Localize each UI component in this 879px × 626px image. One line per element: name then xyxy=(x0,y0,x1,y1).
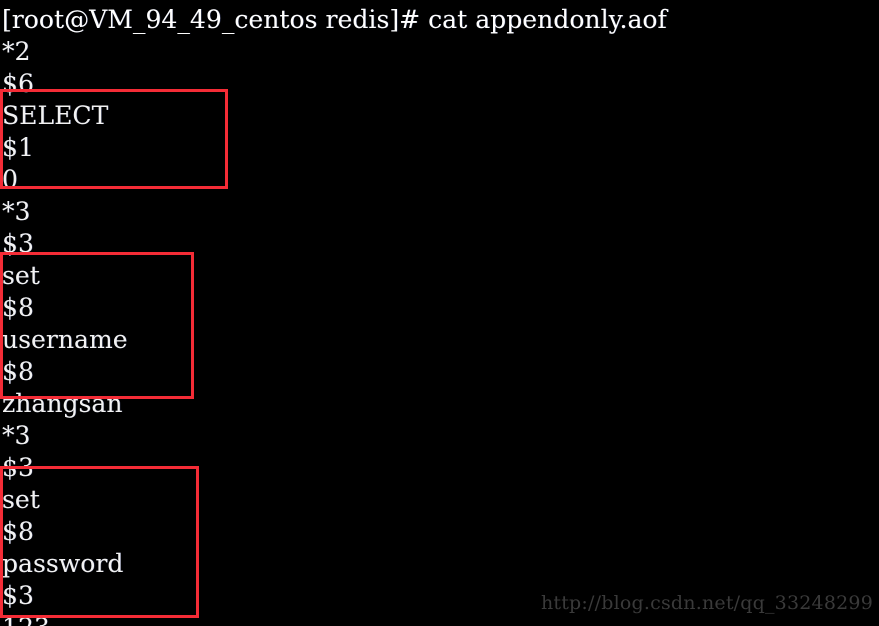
terminal-line: $8 xyxy=(2,293,34,322)
terminal-line: $3 xyxy=(2,453,34,482)
terminal-line: $8 xyxy=(2,517,34,546)
terminal-line: username xyxy=(2,325,128,354)
terminal-line: 123 xyxy=(2,612,879,626)
terminal-line: *2 xyxy=(2,37,31,66)
terminal-line: password xyxy=(2,549,124,578)
terminal-line: set xyxy=(2,485,40,514)
terminal-line: set xyxy=(2,261,40,290)
terminal-line: $3 xyxy=(2,229,34,258)
terminal-line: $8 xyxy=(2,357,34,386)
terminal-line: *3 xyxy=(2,197,31,226)
terminal-line-prompt: [root@VM_94_49_centos redis]# cat append… xyxy=(2,5,667,34)
terminal-line: SELECT xyxy=(2,101,109,130)
terminal-window[interactable]: [root@VM_94_49_centos redis]# cat append… xyxy=(0,0,879,626)
terminal-line: $1 xyxy=(2,133,34,162)
terminal-line: $6 xyxy=(2,69,34,98)
terminal-output: [root@VM_94_49_centos redis]# cat append… xyxy=(0,0,879,626)
terminal-line: 0 xyxy=(2,165,18,194)
terminal-line: *3 xyxy=(2,421,31,450)
watermark-text: http://blog.csdn.net/qq_33248299 xyxy=(540,592,873,614)
terminal-line: zhangsan xyxy=(2,389,123,418)
